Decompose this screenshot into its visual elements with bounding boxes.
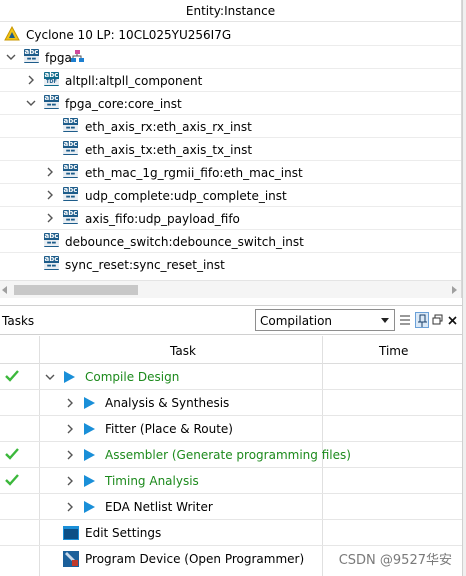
entity-abc-icon: abc ▬▬ [63,140,78,155]
flow-dropdown-value: Compilation [260,314,333,328]
chevron-right-icon[interactable] [65,476,75,486]
chevron-down-icon[interactable] [6,52,16,62]
chevron-right-icon[interactable] [45,167,55,177]
tasks-table: Task Time Compile Design Analysis & Synt… [0,336,462,576]
hierarchy-icon [71,50,84,62]
column-header-time[interactable]: Time [379,344,408,358]
flow-dropdown[interactable]: Compilation [255,309,395,331]
pin-icon[interactable] [415,312,429,328]
close-icon[interactable] [446,312,460,328]
checkmark-icon [5,370,19,382]
tasks-toolbar: Tasks Compilation [0,305,462,335]
checkmark-icon [5,474,19,486]
chevron-down-icon[interactable] [26,98,36,108]
tree-row-eth-mac[interactable]: abc ▬▬ eth_mac_1g_rgmii_fifo:eth_mac_inst [0,161,461,184]
tree-row-fpga-core[interactable]: abc ▬▬ fpga_core:core_inst [0,92,461,115]
tree-row-udp-complete[interactable]: abc ▬▬ udp_complete:udp_complete_inst [0,184,461,207]
entity-abc-icon: abc ▬▬ [44,232,59,247]
tree-item-label: eth_mac_1g_rgmii_fifo:eth_mac_inst [85,166,303,180]
tasks-table-header: Task Time [0,336,462,364]
task-row-edit-settings[interactable]: Edit Settings [0,520,462,546]
task-label: Fitter (Place & Route) [105,422,233,436]
tree-item-label: axis_fifo:udp_payload_fifo [85,212,240,226]
task-row-timing-analysis[interactable]: Timing Analysis [0,468,462,494]
menu-icon[interactable] [398,312,412,328]
column-header-task[interactable]: Task [170,344,196,358]
entity-abc-icon: abc ▬▬ [44,94,59,109]
entity-abc-tdf-icon: abc TDF [44,71,59,86]
task-row-eda-netlist-writer[interactable]: EDA Netlist Writer [0,494,462,520]
chevron-right-icon[interactable] [45,190,55,200]
entity-abc-icon: abc ▬▬ [63,186,78,201]
device-row[interactable]: Cyclone 10 LP: 10CL025YU256I7G [0,23,461,46]
task-label: Assembler (Generate programming files) [105,448,351,462]
tasks-panel-title: Tasks [2,314,35,328]
play-icon[interactable] [84,501,95,513]
chevron-right-icon[interactable] [26,75,36,85]
task-label: Compile Design [85,370,180,384]
task-label: Program Device (Open Programmer) [85,552,305,566]
horizontal-scrollbar[interactable] [0,280,461,298]
tree-row-debounce-switch[interactable]: abc ▬▬ debounce_switch:debounce_switch_in… [0,230,461,253]
task-label: Edit Settings [85,526,162,540]
tree-item-label: sync_reset:sync_reset_inst [65,258,225,272]
tree-row-sync-reset[interactable]: abc ▬▬ sync_reset:sync_reset_inst [0,253,461,276]
tree-item-label: fpga_core:core_inst [65,97,182,111]
device-label: Cyclone 10 LP: 10CL025YU256I7G [26,28,232,42]
entity-abc-icon: abc ▬▬ [44,255,59,270]
tree-item-label: eth_axis_rx:eth_axis_rx_inst [85,120,252,134]
tree-item-label: debounce_switch:debounce_switch_inst [65,235,304,249]
chevron-down-icon[interactable] [45,372,55,382]
chevron-right-icon[interactable] [45,213,55,223]
tree-row-altpll[interactable]: abc TDF altpll:altpll_component [0,69,461,92]
tree-item-label: udp_complete:udp_complete_inst [85,189,287,203]
tree-row-eth-axis-rx[interactable]: abc ▬▬ eth_axis_rx:eth_axis_rx_inst [0,115,461,138]
checkmark-icon [5,448,19,460]
play-icon[interactable] [84,449,95,461]
tree-item-label: fpga [45,51,72,65]
tree-row-axis-fifo[interactable]: abc ▬▬ axis_fifo:udp_payload_fifo [0,207,461,230]
entity-abc-icon: abc ▬▬ [63,117,78,132]
device-warning-triangle-icon [4,26,20,41]
tree-row-fpga[interactable]: abc ▬▬ fpga [0,46,461,69]
chevron-right-icon[interactable] [65,424,75,434]
entity-abc-icon: abc ▬▬ [63,209,78,224]
settings-window-icon[interactable] [63,526,79,540]
scroll-right-arrow-icon[interactable] [452,286,457,294]
restore-window-icon[interactable] [431,312,445,328]
play-icon[interactable] [84,475,95,487]
entity-column-header[interactable]: Entity:Instance [0,0,461,22]
programmer-icon[interactable] [63,551,79,567]
scrollbar-thumb[interactable] [14,285,138,295]
task-row-compile-design[interactable]: Compile Design [0,364,462,390]
tree-item-label: eth_axis_tx:eth_axis_tx_inst [85,143,253,157]
task-row-assembler[interactable]: Assembler (Generate programming files) [0,442,462,468]
play-icon[interactable] [64,371,75,383]
tree-row-eth-axis-tx[interactable]: abc ▬▬ eth_axis_tx:eth_axis_tx_inst [0,138,461,161]
tree-item-label: altpll:altpll_component [65,74,203,88]
scroll-left-arrow-icon[interactable] [2,286,7,294]
entity-hierarchy-panel: Entity:Instance Cyclone 10 LP: 10CL025YU… [0,0,462,298]
chevron-right-icon[interactable] [65,502,75,512]
task-row-fitter[interactable]: Fitter (Place & Route) [0,416,462,442]
watermark-text: CSDN @9527华安 [338,553,452,568]
task-label: Timing Analysis [105,474,199,488]
task-label: EDA Netlist Writer [105,500,213,514]
entity-abc-icon: abc ▬▬ [24,48,39,63]
task-row-analysis-synthesis[interactable]: Analysis & Synthesis [0,390,462,416]
entity-abc-icon: abc ▬▬ [63,163,78,178]
play-icon[interactable] [84,397,95,409]
chevron-right-icon[interactable] [65,450,75,460]
panel-splitter[interactable] [462,0,466,576]
chevron-right-icon[interactable] [65,398,75,408]
dropdown-arrow-icon [381,318,389,323]
play-icon[interactable] [84,423,95,435]
task-label: Analysis & Synthesis [105,396,230,410]
